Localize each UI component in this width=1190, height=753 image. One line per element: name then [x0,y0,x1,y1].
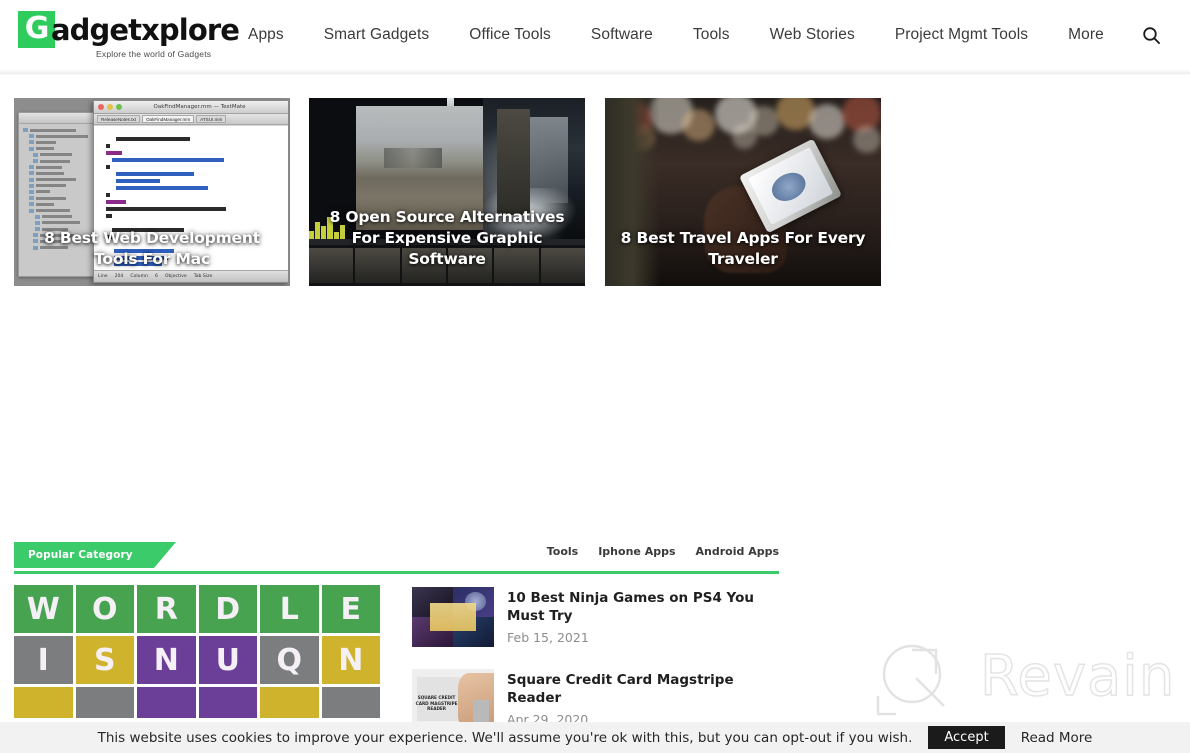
article-title: 10 Best Ninja Games on PS4 You Must Try [507,590,754,624]
popular-category-links: Tools Iphone Apps Android Apps [547,545,779,558]
nav-item-apps[interactable]: Apps [248,26,304,44]
wordle-tile [321,687,380,718]
logo-tagline: Explore the world of Gadgets [96,49,212,59]
wordle-tile [75,687,134,718]
wordle-tile: E [321,585,380,633]
site-header: G adgetxplore Explore the world of Gadge… [0,0,1190,69]
site-logo[interactable]: G adgetxplore Explore the world of Gadge… [18,11,240,59]
popular-category-label: Popular Category [28,549,133,561]
nav-item-smart-gadgets[interactable]: Smart Gadgets [304,26,450,44]
article-title: Square Credit Card Magstripe Reader [507,672,734,706]
wordle-tile: N [137,636,196,684]
revain-q-logo-icon [876,644,945,716]
wordle-row [14,687,380,718]
ninja-games-collage-icon [412,587,494,647]
cookie-banner: This website uses cookies to improve you… [0,722,1190,753]
wordle-thumbnail[interactable]: W O R D L E I S N U Q N [14,585,380,718]
revain-wordmark: Revain [979,643,1176,709]
featured-card-open-source-alternatives[interactable]: 8 Open Source Alternatives For Expensive… [309,98,585,286]
featured-cards: OakFindManager.mm — TextMate ReleaseNote… [14,98,1176,286]
wordle-tile [14,687,73,718]
featured-card-web-development-tools[interactable]: OakFindManager.mm — TextMate ReleaseNote… [14,98,290,286]
popcat-link-android-apps[interactable]: Android Apps [696,545,779,558]
wordle-tile: O [75,585,134,633]
logo-mark: G [18,11,55,48]
square-card-reader-icon: SQUARE CREDIT CARD MAGSTRIPE READER [412,669,494,729]
accept-button[interactable]: Accept [928,726,1005,749]
wordle-tile: L [260,585,319,633]
list-item[interactable]: SQUARE CREDIT CARD MAGSTRIPE READER Squa… [412,669,792,729]
read-more-link[interactable]: Read More [1021,730,1093,746]
wordle-tile [260,687,319,718]
logo-wordmark: adgetxplore [51,13,240,47]
featured-card-travel-apps[interactable]: 8 Best Travel Apps For Every Traveler [605,98,881,286]
cookie-message: This website uses cookies to improve you… [97,729,913,746]
wordle-tile: Q [260,636,319,684]
nav-item-office-tools[interactable]: Office Tools [449,26,571,44]
list-item[interactable]: 10 Best Ninja Games on PS4 You Must Try … [412,587,792,647]
nav-item-tools[interactable]: Tools [673,26,750,44]
popcat-link-iphone-apps[interactable]: Iphone Apps [598,545,675,558]
wordle-tile [198,687,257,718]
nav-item-project-mgmt-tools[interactable]: Project Mgmt Tools [875,26,1048,44]
featured-card-title: 8 Best Web Development Tools For Mac [44,229,260,268]
article-date: Feb 15, 2021 [507,630,589,645]
header-divider [0,69,1190,75]
popcat-link-tools[interactable]: Tools [547,545,578,558]
nav-item-web-stories[interactable]: Web Stories [750,26,875,44]
thumbnail-caption: SQUARE CREDIT CARD MAGSTRIPE READER [415,695,458,712]
wordle-tile: I [14,636,73,684]
wordle-row: W O R D L E [14,585,380,633]
nav-item-more[interactable]: More [1048,26,1124,44]
logo-mark-letter: G [24,10,50,46]
wordle-row: I S N U Q N [14,636,380,684]
wordle-tile: N [321,636,380,684]
main-nav: Apps Smart Gadgets Office Tools Software… [248,0,1124,69]
popular-category-tab[interactable]: Popular Category [14,542,154,568]
wordle-tile: D [198,585,257,633]
wordle-tile: S [75,636,134,684]
wordle-tile: W [14,585,73,633]
revain-watermark: Revain [868,640,1178,720]
popular-category-bar: Popular Category Tools Iphone Apps Andro… [14,542,779,574]
popular-category-rule [14,571,779,574]
popular-category-wedge [154,542,176,568]
wordle-tile [137,687,196,718]
search-icon[interactable] [1140,24,1162,46]
featured-card-title: 8 Best Travel Apps For Every Traveler [620,229,866,268]
featured-card-title: 8 Open Source Alternatives For Expensive… [329,208,565,268]
nav-item-software[interactable]: Software [571,26,673,44]
wordle-tile: U [198,636,257,684]
wordle-tile: R [137,585,196,633]
